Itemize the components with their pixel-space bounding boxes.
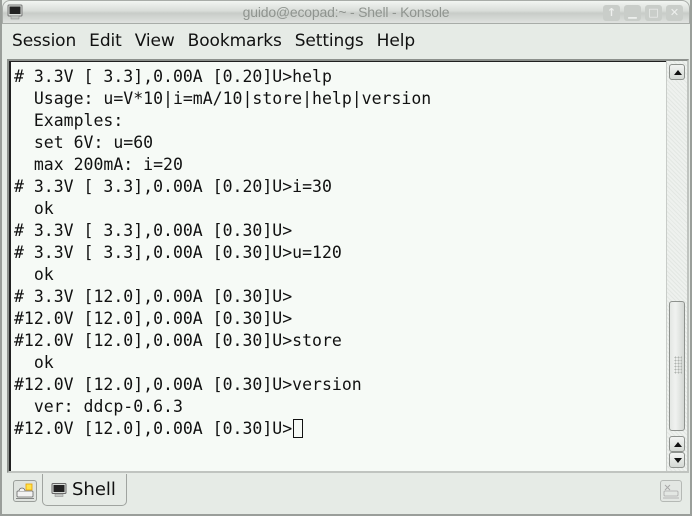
menu-settings[interactable]: Settings [295, 31, 364, 51]
minimize-button[interactable]: ▁ [624, 5, 641, 21]
session-tab-bar: Shell [2, 474, 690, 514]
terminal-line: ok [14, 265, 54, 284]
terminal-line: max 200mA: i=20 [14, 155, 183, 174]
close-button[interactable]: ✕ [666, 5, 683, 21]
window-title: guido@ecopad:~ - Shell - Konsole [242, 4, 450, 20]
new-session-button[interactable] [13, 480, 37, 502]
terminal-line: # 3.3V [ 3.3],0.00A [0.20]U>help [14, 67, 332, 86]
title-bar[interactable]: guido@ecopad:~ - Shell - Konsole ↑ ▁ □ ✕ [2, 0, 690, 24]
keep-above-button[interactable]: ↑ [603, 5, 620, 21]
tab-label: Shell [72, 479, 116, 500]
close-session-button[interactable] [660, 480, 682, 502]
scroll-up-button[interactable] [669, 436, 685, 452]
arrow-down-icon [674, 458, 682, 463]
menu-view[interactable]: View [135, 31, 175, 51]
vertical-scrollbar[interactable] [666, 61, 687, 471]
terminal-line: # 3.3V [ 3.3],0.00A [0.30]U> [14, 221, 293, 240]
terminal-line: # 3.3V [ 3.3],0.00A [0.20]U>i=30 [14, 177, 332, 196]
terminal-icon [51, 482, 67, 497]
terminal-output[interactable]: # 3.3V [ 3.3],0.00A [0.20]U>help Usage: … [9, 61, 666, 471]
terminal-line: ok [14, 353, 54, 372]
menu-help[interactable]: Help [377, 31, 415, 51]
scrollbar-thumb[interactable] [669, 301, 685, 431]
terminal-prompt-line[interactable]: #12.0V [12.0],0.00A [0.30]U> [14, 418, 666, 440]
terminal-line: Usage: u=V*10|i=mA/10|store|help|version [14, 89, 432, 108]
menu-bookmarks[interactable]: Bookmarks [188, 31, 282, 51]
arrow-up-icon [674, 70, 682, 75]
terminal-line: #12.0V [12.0],0.00A [0.30]U>store [14, 331, 342, 350]
grip-icon [674, 356, 682, 374]
text-cursor [293, 419, 304, 438]
scroll-up-button-top[interactable] [669, 64, 685, 80]
terminal-line: #12.0V [12.0],0.00A [0.30]U> [14, 309, 293, 328]
menu-edit[interactable]: Edit [89, 31, 122, 51]
terminal-line: Examples: [14, 111, 124, 130]
menu-bar: Session Edit View Bookmarks Settings Hel… [2, 26, 690, 56]
tab-shell[interactable]: Shell [42, 474, 127, 506]
terminal-line: #12.0V [12.0],0.00A [0.30]U>version [14, 375, 362, 394]
terminal-line: ver: ddcp-0.6.3 [14, 397, 183, 416]
maximize-button[interactable]: □ [645, 5, 662, 21]
close-session-icon [663, 484, 679, 499]
terminal-line: # 3.3V [12.0],0.00A [0.30]U> [14, 287, 293, 306]
terminal-line: ok [14, 199, 54, 218]
arrow-up-icon [674, 442, 682, 447]
terminal-line: # 3.3V [ 3.3],0.00A [0.30]U>u=120 [14, 243, 342, 262]
scroll-down-button[interactable] [669, 452, 685, 468]
prompt-text: #12.0V [12.0],0.00A [0.30]U> [14, 419, 293, 438]
konsole-window: guido@ecopad:~ - Shell - Konsole ↑ ▁ □ ✕… [0, 0, 692, 516]
terminal-line: set 6V: u=60 [14, 133, 154, 152]
new-session-icon [16, 483, 34, 499]
menu-session[interactable]: Session [12, 31, 76, 51]
terminal-frame: # 3.3V [ 3.3],0.00A [0.20]U>help Usage: … [7, 59, 689, 473]
